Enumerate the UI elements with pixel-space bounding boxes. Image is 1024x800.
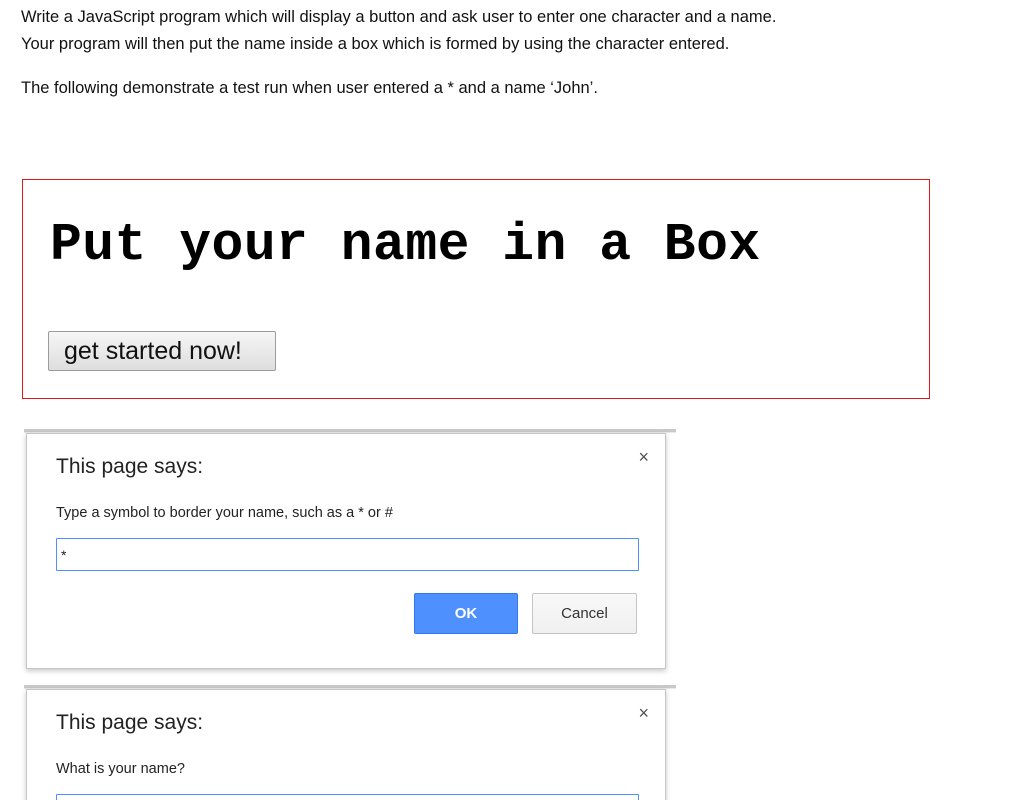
name-input[interactable] bbox=[56, 794, 639, 800]
demo-page-screenshot: Put your name in a Box get started now! bbox=[22, 179, 930, 399]
symbol-prompt-dialog-wrapper: This page says: × Type a symbol to borde… bbox=[24, 429, 674, 674]
symbol-input[interactable] bbox=[56, 538, 639, 571]
name-prompt-dialog: This page says: × What is your name? bbox=[26, 689, 666, 800]
instruction-paragraph: Write a JavaScript program which will di… bbox=[21, 4, 776, 58]
dialog-title: This page says: bbox=[56, 455, 203, 479]
instruction-line-1: Write a JavaScript program which will di… bbox=[21, 4, 776, 31]
get-started-button[interactable]: get started now! bbox=[48, 331, 276, 371]
dialog-title: This page says: bbox=[56, 711, 203, 735]
close-icon[interactable]: × bbox=[638, 448, 649, 466]
name-prompt-dialog-wrapper: This page says: × What is your name? bbox=[24, 685, 674, 800]
instruction-line-2: Your program will then put the name insi… bbox=[21, 31, 776, 58]
test-run-description: The following demonstrate a test run whe… bbox=[21, 75, 598, 102]
close-icon[interactable]: × bbox=[638, 704, 649, 722]
ok-button[interactable]: OK bbox=[414, 593, 518, 634]
symbol-prompt-dialog: This page says: × Type a symbol to borde… bbox=[26, 433, 666, 669]
cancel-button[interactable]: Cancel bbox=[532, 593, 637, 634]
dialog-message: Type a symbol to border your name, such … bbox=[56, 505, 393, 521]
dialog-message: What is your name? bbox=[56, 761, 185, 777]
page-heading: Put your name in a Box bbox=[50, 210, 761, 280]
